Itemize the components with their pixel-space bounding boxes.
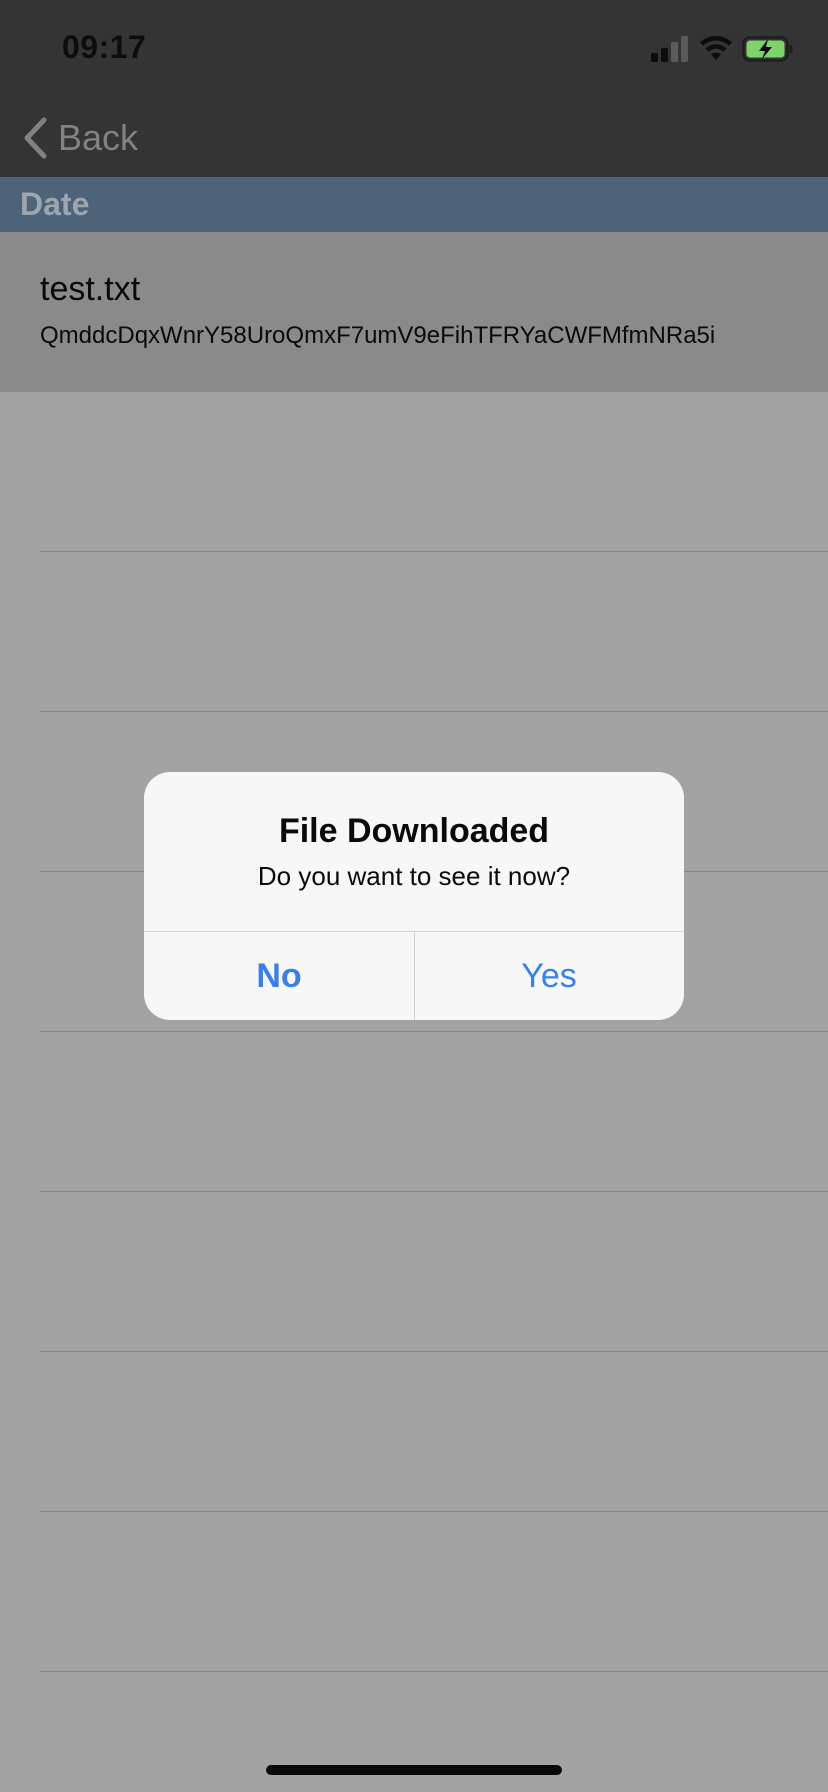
file-name: test.txt (40, 270, 141, 308)
no-button[interactable]: No (144, 932, 414, 1020)
row-separator (40, 1031, 828, 1032)
file-hash: QmddcDqxWnrY58UroQmxF7umV9eFihTFRYaCWFMf… (40, 322, 716, 349)
row-separator (40, 1511, 828, 1512)
wifi-icon (700, 36, 732, 60)
cellular-signal-icon (651, 36, 688, 62)
row-separator (40, 1351, 828, 1352)
home-indicator[interactable] (266, 1765, 562, 1775)
alert-message: Do you want to see it now? (257, 861, 571, 891)
file-downloaded-alert: File Downloaded Do you want to see it no… (144, 772, 684, 1020)
yes-button[interactable]: Yes (414, 932, 684, 1020)
row-separator (40, 1191, 828, 1192)
battery-charging-icon (742, 36, 793, 62)
status-bar: 09:17 (0, 0, 828, 100)
alert-title: File Downloaded (278, 812, 550, 850)
file-list-item[interactable]: test.txt QmddcDqxWnrY58UroQmxF7umV9eFihT… (0, 232, 828, 392)
status-time: 09:17 (62, 29, 147, 65)
row-separator (40, 1671, 828, 1672)
navigation-bar: Back (0, 100, 828, 177)
section-header: Date (0, 177, 828, 232)
section-title: Date (20, 186, 90, 222)
back-button[interactable]: Back (22, 110, 138, 166)
row-separator (40, 551, 828, 552)
chevron-left-icon (24, 117, 47, 159)
row-separator (40, 711, 828, 712)
back-label: Back (58, 117, 139, 158)
